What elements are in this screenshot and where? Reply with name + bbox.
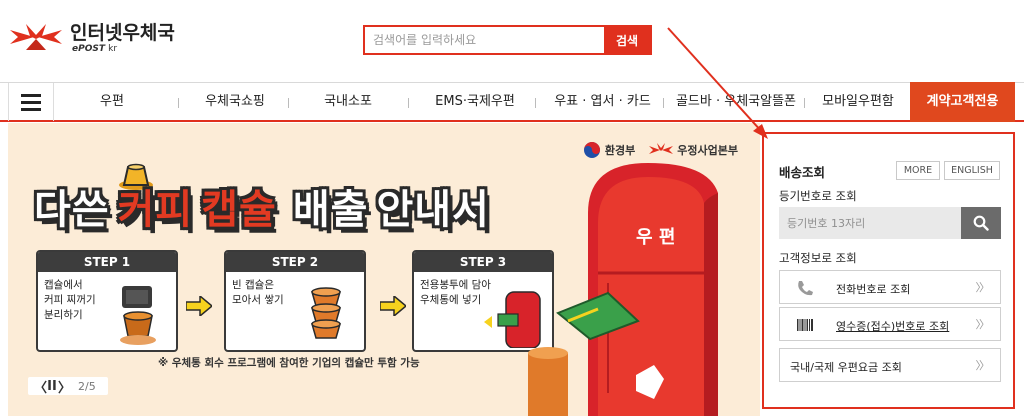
arrow-right-icon	[186, 296, 212, 316]
promo-banner[interactable]: 환경부 우정사업본부 다쓴 커피 캡슐 배출 안내서 STEP 1 캡슐에서 커…	[8, 123, 760, 416]
logo[interactable]: 인터넷우체국 ePOST kr	[8, 22, 175, 55]
pause-icon[interactable]: II	[46, 379, 58, 394]
registered-search	[779, 207, 1001, 239]
nav-item-mobile-mailbox[interactable]: 모바일우편함	[812, 83, 904, 121]
next-icon[interactable]: 〉	[58, 377, 71, 396]
step-title: STEP 2	[226, 252, 364, 272]
logo-title: 인터넷우체국	[70, 22, 175, 44]
nav-divider	[408, 98, 409, 108]
english-button[interactable]: ENGLISH	[944, 161, 1000, 180]
capsule-separate-icon	[120, 286, 156, 345]
barcode-icon	[797, 319, 813, 331]
hamburger-icon[interactable]	[8, 83, 54, 121]
rate-lookup-label: 국내/국제 우편요금 조회	[790, 361, 902, 374]
step-text: 전용봉투에 담아 우체통에 넣기	[420, 278, 491, 308]
nav-item-parcel[interactable]: 국내소포	[306, 83, 390, 121]
nav-divider	[663, 98, 664, 108]
headline-word: 커피	[117, 187, 194, 233]
customer-label: 고객정보로 조회	[779, 251, 857, 265]
prev-icon[interactable]: 〈	[34, 377, 47, 396]
contract-customer-button[interactable]: 계약고객전용	[910, 82, 1015, 122]
phone-lookup-button[interactable]: 전화번호로 조회 〉〉	[779, 270, 1001, 304]
search-bar: 검색	[363, 25, 652, 55]
nav-item-goldbar[interactable]: 골드바 · 우체국알뜰폰	[668, 83, 804, 121]
chevron-right-icon: 〉〉	[975, 281, 990, 294]
nav-divider	[535, 98, 536, 108]
stacked-capsules-icon	[311, 287, 341, 339]
banner-headline: 다쓴 커피 캡슐 배출 안내서	[30, 178, 494, 234]
step-card-2: STEP 2 빈 캡슐은 모아서 쌓기	[224, 250, 366, 352]
epost-logo-icon	[10, 24, 62, 50]
logo-subtitle: ePOST kr	[72, 44, 175, 55]
arrow-right-icon	[380, 296, 406, 316]
headline-word: 다쓴	[34, 187, 110, 233]
headline-word: 안내서	[376, 187, 490, 233]
postbox-label: 우 편	[636, 227, 675, 248]
chevron-right-icon: 〉〉	[975, 318, 990, 331]
panel-title: 배송조회	[779, 165, 826, 180]
more-button[interactable]: MORE	[896, 161, 940, 180]
step-line: 모아서 쌓기	[232, 294, 284, 306]
banner-note: ※ 우체통 회수 프로그램에 참여한 기업의 캡슐만 투함 가능	[158, 357, 420, 369]
step-text: 빈 캡슐은 모아서 쌓기	[232, 278, 284, 308]
chevron-right-icon: 〉〉	[975, 359, 990, 372]
page-count: 2/5	[78, 379, 96, 393]
registered-search-button[interactable]	[961, 207, 1001, 239]
search-input[interactable]	[365, 27, 604, 53]
headline-word: 배출	[292, 187, 369, 233]
logo-sub-brand: ePOST	[72, 44, 105, 54]
step-line: 우체통에 넣기	[420, 294, 482, 306]
receipt-lookup-button[interactable]: 영수증(접수)번호로 조회 〉〉	[779, 307, 1001, 341]
delivery-tracking-panel: 배송조회 MORE ENGLISH 등기번호로 조회 고객정보로 조회 전화번호…	[762, 132, 1015, 409]
headline-word: 캡슐	[201, 187, 277, 233]
step-line: 분리하기	[44, 309, 83, 321]
step-line: 빈 캡슐은	[232, 279, 274, 291]
nav-item-post[interactable]: 우편	[78, 83, 146, 121]
nav-item-stamps[interactable]: 우표 · 엽서 · 카드	[540, 83, 665, 121]
registered-label: 등기번호로 조회	[779, 189, 857, 203]
step-card-1: STEP 1 캡슐에서 커피 찌꺼기 분리하기	[36, 250, 178, 352]
search-button[interactable]: 검색	[604, 27, 650, 53]
nav-item-ems[interactable]: EMS·국제우편	[420, 83, 530, 121]
phone-lookup-label: 전화번호로 조회	[836, 283, 911, 296]
receipt-lookup-label: 영수증(접수)번호로 조회	[836, 320, 950, 333]
site-header: 인터넷우체국 ePOST kr 검색	[0, 0, 1024, 82]
main-nav: 우편 우체국쇼핑 국내소포 EMS·국제우편 우표 · 엽서 · 카드 골드바 …	[0, 82, 1024, 122]
banner-pager: 〈 II 〉 2/5	[28, 377, 108, 396]
step-line: 커피 찌꺼기	[44, 294, 96, 306]
step-text: 캡슐에서 커피 찌꺼기 분리하기	[44, 278, 96, 323]
logo-sub-tld: kr	[108, 44, 118, 54]
nav-divider	[804, 98, 805, 108]
registered-number-input[interactable]	[779, 207, 961, 239]
postbox-illustration: 우 편	[528, 163, 718, 416]
search-icon	[973, 215, 989, 231]
step-line: 캡슐에서	[44, 279, 83, 291]
step-line: 전용봉투에 담아	[420, 279, 491, 291]
rate-lookup-button[interactable]: 국내/국제 우편요금 조회 〉〉	[779, 348, 1001, 382]
step-title: STEP 1	[38, 252, 176, 272]
nav-item-shopping[interactable]: 우체국쇼핑	[190, 83, 280, 121]
nav-divider	[288, 98, 289, 108]
phone-icon	[798, 281, 813, 296]
nav-divider	[178, 98, 179, 108]
